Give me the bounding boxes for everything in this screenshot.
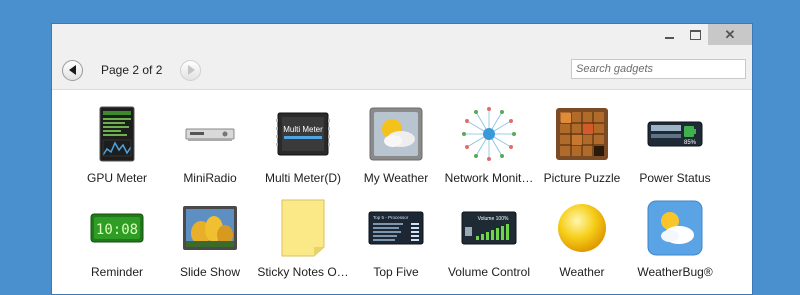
gadget-my-weather[interactable]: My Weather [349,105,443,185]
clock-icon: 10:08 [88,199,146,257]
gadget-label: Multi Meter(D) [264,171,341,185]
multi-meter-icon-text: Multi Meter [283,125,323,134]
gadget-weather[interactable]: Weather [535,199,629,279]
minimize-icon [664,36,674,39]
gadget-sticky-notes[interactable]: Sticky Notes O… [256,199,350,279]
volume-icon: Volume 100% [460,199,518,257]
gadget-slide-show[interactable]: Slide Show [163,199,257,279]
gadget-label: Weather [559,265,605,279]
gadget-label: Reminder [90,265,144,279]
gadget-picture-puzzle[interactable]: Picture Puzzle [535,105,629,185]
gadget-label: My Weather [363,171,429,185]
page-navigation: Page 2 of 2 [62,59,202,81]
gadget-power-status[interactable]: 85% Power Status [628,105,722,185]
next-page-button[interactable] [180,59,202,81]
close-button[interactable]: ✕ [708,24,752,45]
gadget-miniradio[interactable]: MiniRadio [163,105,257,185]
gadget-label: MiniRadio [183,171,237,185]
gadget-label: WeatherBug® [637,265,713,279]
arrow-left-icon [68,65,76,75]
volume-level-text: Volume 100% [478,216,509,222]
multi-meter-icon: Multi Meter [274,105,332,163]
sun-icon [553,199,611,257]
gadget-label: GPU Meter [86,171,147,185]
maximize-icon [689,29,701,40]
gadget-multi-meter[interactable]: Multi Meter Multi Meter(D) [256,105,350,185]
battery-icon: 85% [646,105,704,163]
gadgets-window: ✕ Page 2 of 2 Search gadgets GPU Meter M… [51,23,753,295]
top-five-title-text: Top 5 - Processor [373,215,409,220]
weather-icon [367,105,425,163]
gpu-meter-icon [88,105,146,163]
gadget-label: Volume Control [447,265,531,279]
minimize-button[interactable] [656,24,682,45]
gadget-volume-control[interactable]: Volume 100% Volume Control [442,199,536,279]
network-icon [460,105,518,163]
radio-icon [181,105,239,163]
gadget-gpu-meter[interactable]: GPU Meter [70,105,164,185]
slideshow-icon [181,199,239,257]
previous-page-button[interactable] [62,59,83,81]
gadget-label: Network Monit… [444,171,534,185]
gadget-label: Top Five [373,265,419,279]
gadget-label: Power Status [639,171,711,185]
close-icon: ✕ [724,26,736,42]
search-input[interactable] [571,59,746,79]
gadget-weatherbug[interactable]: WeatherBug® [628,199,722,279]
gadget-label: Slide Show [179,265,241,279]
window-toolbar: ✕ Page 2 of 2 [52,24,752,90]
puzzle-icon [553,105,611,163]
page-indicator: Page 2 of 2 [101,63,163,77]
gadget-label: Sticky Notes O… [257,265,349,279]
battery-percent-text: 85% [684,140,697,146]
gadget-label: Picture Puzzle [543,171,621,185]
sticky-note-icon [274,199,332,257]
window-controls: ✕ [656,24,752,45]
gadget-network-monitor[interactable]: Network Monit… [442,105,536,185]
clock-time-text: 10:08 [96,222,138,238]
maximize-button[interactable] [682,24,708,45]
weatherbug-icon [646,199,704,257]
gadget-reminder[interactable]: 10:08 Reminder [70,199,164,279]
gadget-top-five[interactable]: Top 5 - Processor Top Five [349,199,443,279]
arrow-right-icon [188,65,196,75]
top-five-icon: Top 5 - Processor [367,199,425,257]
